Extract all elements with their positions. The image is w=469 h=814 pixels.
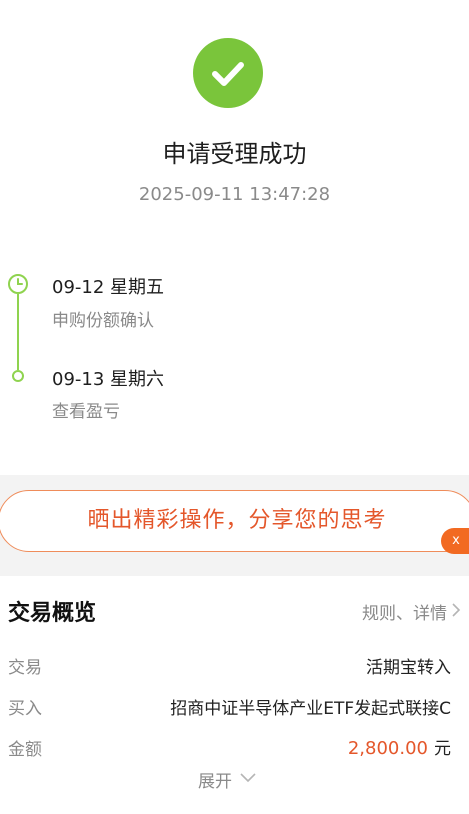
share-close-button[interactable]: x <box>441 528 469 554</box>
trade-type-value: 活期宝转入 <box>366 658 451 678</box>
share-banner-button[interactable]: 晒出精彩操作，分享您的思考 <box>0 490 469 552</box>
amount-label: 金额 <box>8 740 42 760</box>
trade-type-label: 交易 <box>8 658 42 678</box>
step-2-desc: 查看盈亏 <box>52 402 120 422</box>
buy-label: 买入 <box>8 699 42 719</box>
buy-fund-value: 招商中证半导体产业ETF发起式联接C <box>170 699 451 719</box>
amount-value: 2,800.00 元 <box>348 734 451 759</box>
result-title: 申请受理成功 <box>162 140 307 168</box>
amount-unit: 元 <box>434 739 451 759</box>
chevron-down-icon[interactable] <box>239 772 257 784</box>
step-1-date: 09-12 星期五 <box>52 277 165 298</box>
overview-title: 交易概览 <box>8 601 97 626</box>
clock-icon <box>8 274 28 294</box>
timeline-dot-icon <box>12 370 24 382</box>
success-check-icon <box>193 38 263 108</box>
chevron-right-icon[interactable] <box>451 602 461 618</box>
result-time: 2025-09-11 13:47:28 <box>138 184 331 205</box>
amount-number: 2,800.00 <box>347 738 428 759</box>
expand-button[interactable]: 展开 <box>198 767 232 792</box>
step-2-date: 09-13 星期六 <box>52 369 165 390</box>
timeline-line <box>17 294 19 370</box>
rules-details-link[interactable]: 规则、详情 <box>362 599 447 624</box>
step-1-desc: 申购份额确认 <box>52 311 154 331</box>
